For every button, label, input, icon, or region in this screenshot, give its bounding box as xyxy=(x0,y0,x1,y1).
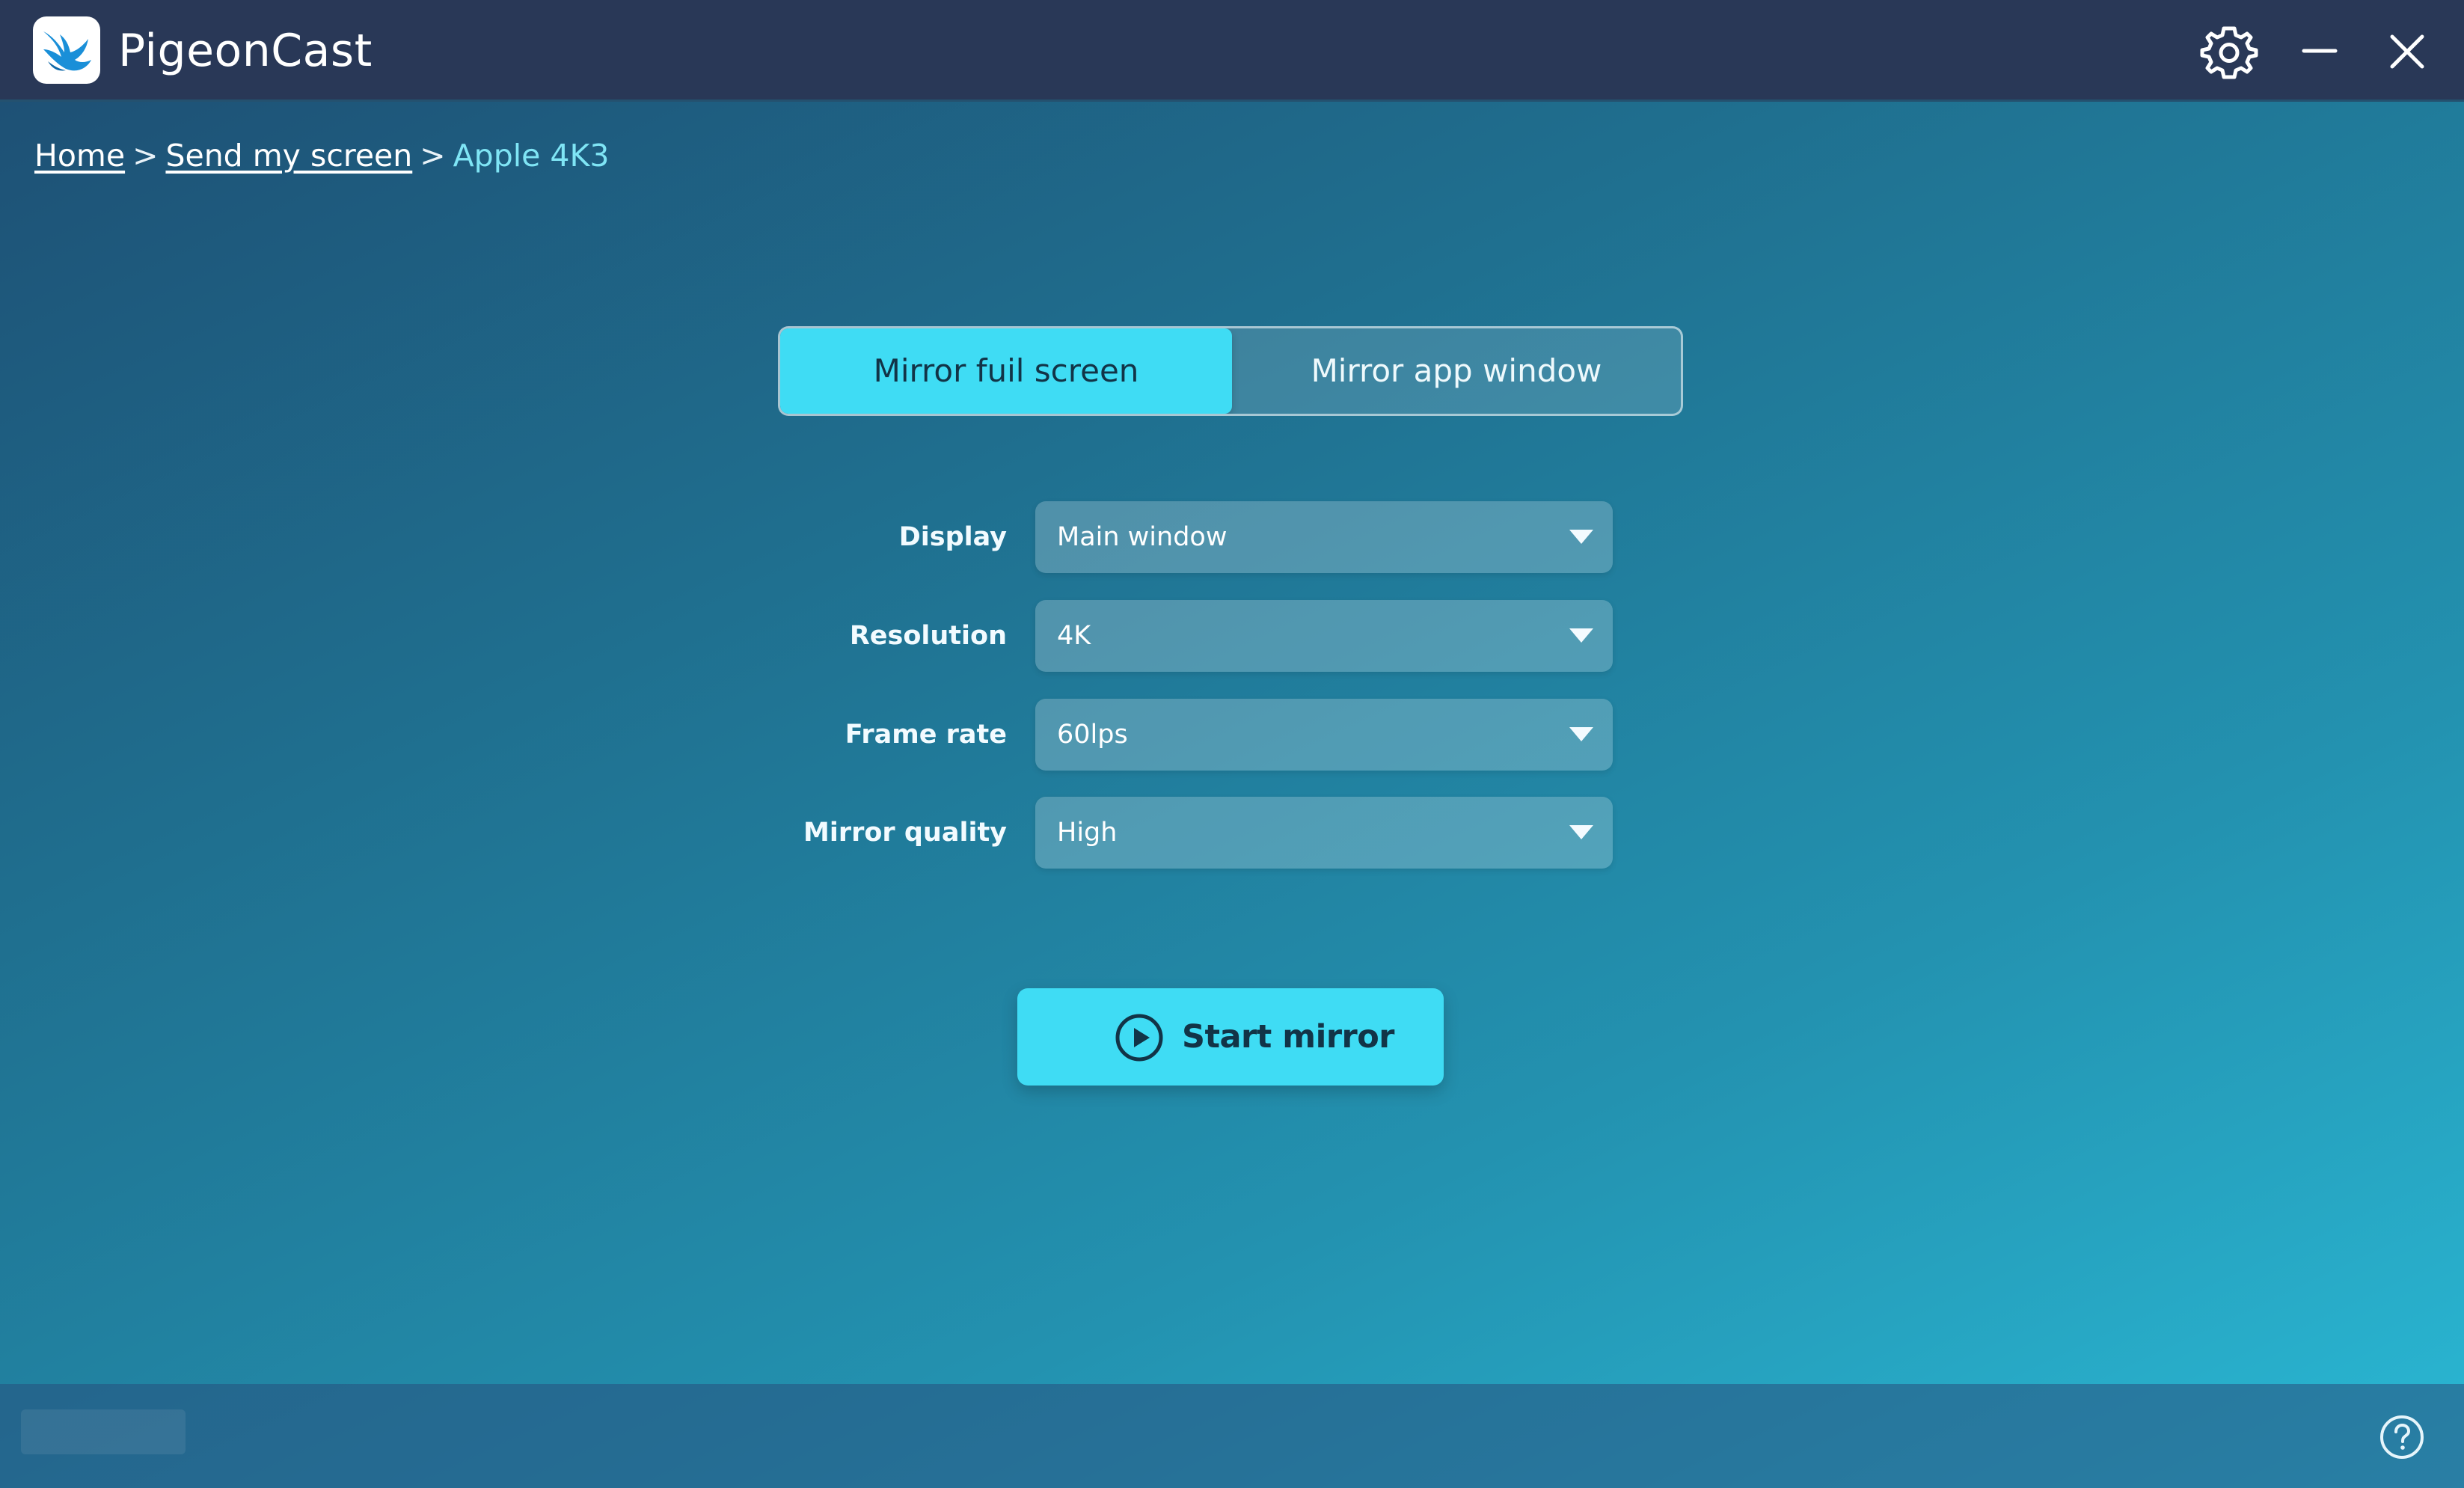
mirror-mode-toggle: Mirror fuil screen Mirror app window xyxy=(778,326,1683,416)
frame-rate-value: 60lps xyxy=(1057,720,1128,750)
display-label: Display xyxy=(898,522,1007,552)
tab-mirror-app-window[interactable]: Mirror app window xyxy=(1232,328,1681,414)
start-mirror-button[interactable]: Start mirror xyxy=(1017,988,1444,1086)
title-bar: PigeonCast xyxy=(0,0,2464,102)
settings-button[interactable] xyxy=(2195,18,2263,85)
breadcrumb-home-link[interactable]: Home xyxy=(34,138,125,174)
breadcrumb: Home > Send my screen > Apple 4K3 xyxy=(34,133,609,178)
chevron-down-icon xyxy=(1569,530,1593,544)
display-value: Main window xyxy=(1057,522,1228,552)
gear-icon xyxy=(2200,26,2258,79)
play-circle-icon xyxy=(1115,1014,1163,1062)
chevron-down-icon xyxy=(1569,727,1593,741)
resolution-label: Resolution xyxy=(849,621,1007,651)
footer-bar xyxy=(0,1384,2464,1488)
close-button[interactable] xyxy=(2373,18,2441,85)
mirror-quality-setting-row: Mirror quality High xyxy=(0,797,2464,869)
resolution-setting-row: Resolution 4K xyxy=(0,600,2464,672)
tab-mirror-full-screen[interactable]: Mirror fuil screen xyxy=(780,328,1232,414)
breadcrumb-send-screen-link[interactable]: Send my screen xyxy=(165,138,412,174)
mirror-quality-label: Mirror quality xyxy=(803,818,1007,848)
resolution-value: 4K xyxy=(1057,621,1091,651)
frame-rate-dropdown[interactable]: 60lps xyxy=(1035,699,1613,771)
chevron-down-icon xyxy=(1569,628,1593,643)
app-window: PigeonCast Home > Send my screen > Apple 4K3 xyxy=(0,0,2464,1488)
mirror-quality-value: High xyxy=(1057,818,1118,848)
help-button[interactable] xyxy=(2379,1414,2425,1460)
help-circle-icon xyxy=(2380,1415,2424,1459)
frame-rate-setting-row: Frame rate 60lps xyxy=(0,699,2464,771)
breadcrumb-separator: > xyxy=(420,138,446,174)
minimize-button[interactable] xyxy=(2286,18,2353,85)
breadcrumb-current-device: Apple 4K3 xyxy=(453,138,610,174)
mirror-quality-dropdown[interactable]: High xyxy=(1035,797,1613,869)
chevron-down-icon xyxy=(1569,825,1593,839)
start-mirror-label: Start mirror xyxy=(1182,1018,1394,1056)
frame-rate-label: Frame rate xyxy=(845,720,1007,750)
close-icon xyxy=(2390,34,2424,69)
breadcrumb-separator: > xyxy=(132,138,159,174)
app-title: PigeonCast xyxy=(118,25,373,77)
pigeon-logo-icon xyxy=(33,16,100,84)
resolution-dropdown[interactable]: 4K xyxy=(1035,600,1613,672)
footer-status-area xyxy=(21,1409,186,1454)
minimize-icon xyxy=(2302,49,2338,53)
display-setting-row: Display Main window xyxy=(0,501,2464,573)
display-dropdown[interactable]: Main window xyxy=(1035,501,1613,573)
